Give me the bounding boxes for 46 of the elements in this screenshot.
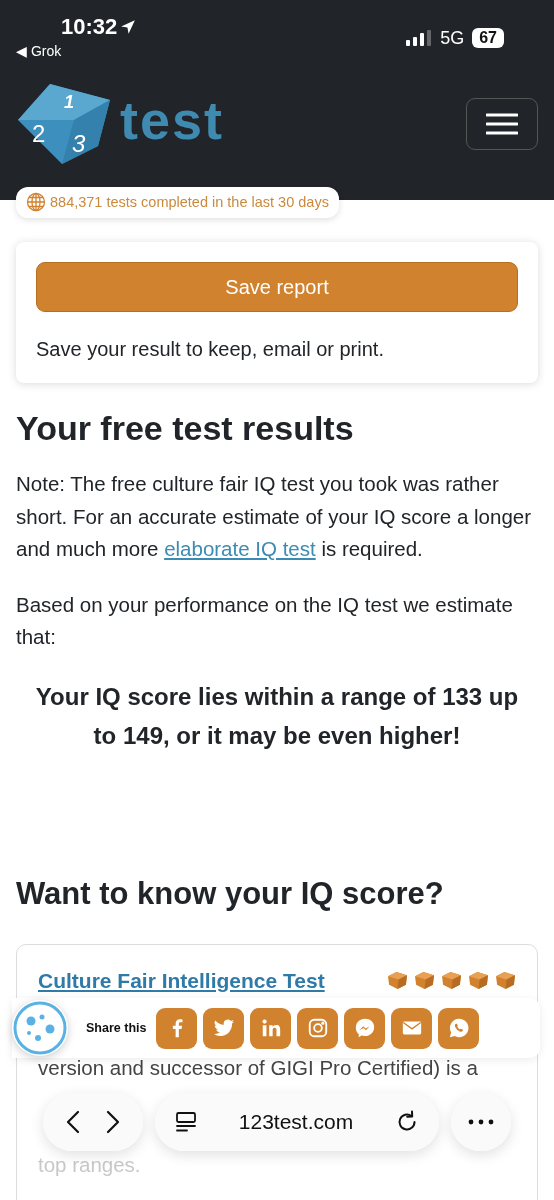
back-icon[interactable] (66, 1110, 80, 1134)
forward-icon[interactable] (106, 1110, 120, 1134)
status-time: 10:32 (61, 14, 118, 40)
in-logo-icon (259, 1017, 282, 1039)
test-title-link[interactable]: Culture Fair Intelligence Test (38, 968, 325, 993)
signal-icon (406, 30, 433, 46)
phone-bubble-icon (447, 1017, 470, 1039)
counter-text: 884,371 tests completed in the last 30 days (50, 194, 329, 210)
score-statement: Your IQ score lies within a range of 133 up to 149, or it may be even higher! (34, 681, 520, 751)
box-rating-icon (414, 971, 435, 990)
menu-button[interactable] (466, 98, 538, 150)
share-label: Share this (86, 1021, 147, 1035)
battery-level: 67 (472, 28, 504, 48)
tabs-icon[interactable] (175, 1111, 197, 1133)
chat-bubble-icon (353, 1017, 376, 1039)
plate-icon[interactable] (12, 1000, 68, 1056)
share-button[interactable] (344, 1007, 386, 1049)
camera-icon (306, 1017, 329, 1039)
menu-icon (486, 113, 518, 135)
share-button[interactable] (391, 1007, 433, 1049)
share-button[interactable] (203, 1007, 245, 1049)
back-to-app-link[interactable]: ◀ Grok (16, 43, 62, 59)
share-button[interactable] (297, 1007, 339, 1049)
network-label: 5G (440, 27, 465, 49)
address-bar[interactable]: 123test.com (155, 1093, 439, 1151)
card-text-line: version and successor of GIGI Pro Certified) is a (38, 1055, 479, 1080)
iq-score-heading: Want to know your IQ score? (16, 875, 445, 912)
box-rating-icon (387, 971, 408, 990)
save-report-button[interactable]: Save report (36, 262, 518, 312)
url-text: 123test.com (238, 1110, 354, 1134)
box-rating-icon (441, 971, 462, 990)
location-arrow-icon (120, 19, 137, 35)
save-hint-text: Save your result to keep, email or print. (36, 338, 385, 361)
logo-text[interactable]: test (120, 89, 225, 151)
box-rating-icon (495, 971, 516, 990)
share-button[interactable] (250, 1007, 292, 1049)
results-heading: Your free test results (16, 409, 355, 448)
share-button[interactable] (438, 1007, 480, 1049)
globe-icon (26, 192, 46, 212)
share-button[interactable] (156, 1007, 198, 1049)
bird-icon (212, 1017, 235, 1039)
note-paragraph: Note: The free culture fair IQ test you took was rather short. For an accurate estimate of your IQ score a longer and much more elaborate IQ test is required. (16, 471, 532, 562)
basis-paragraph: Based on your performance on the IQ test we estimate that: (16, 591, 514, 650)
more-icon (468, 1119, 494, 1125)
box-rating-icon (468, 971, 489, 990)
iq-test-link[interactable]: elaborate IQ test (164, 537, 316, 560)
